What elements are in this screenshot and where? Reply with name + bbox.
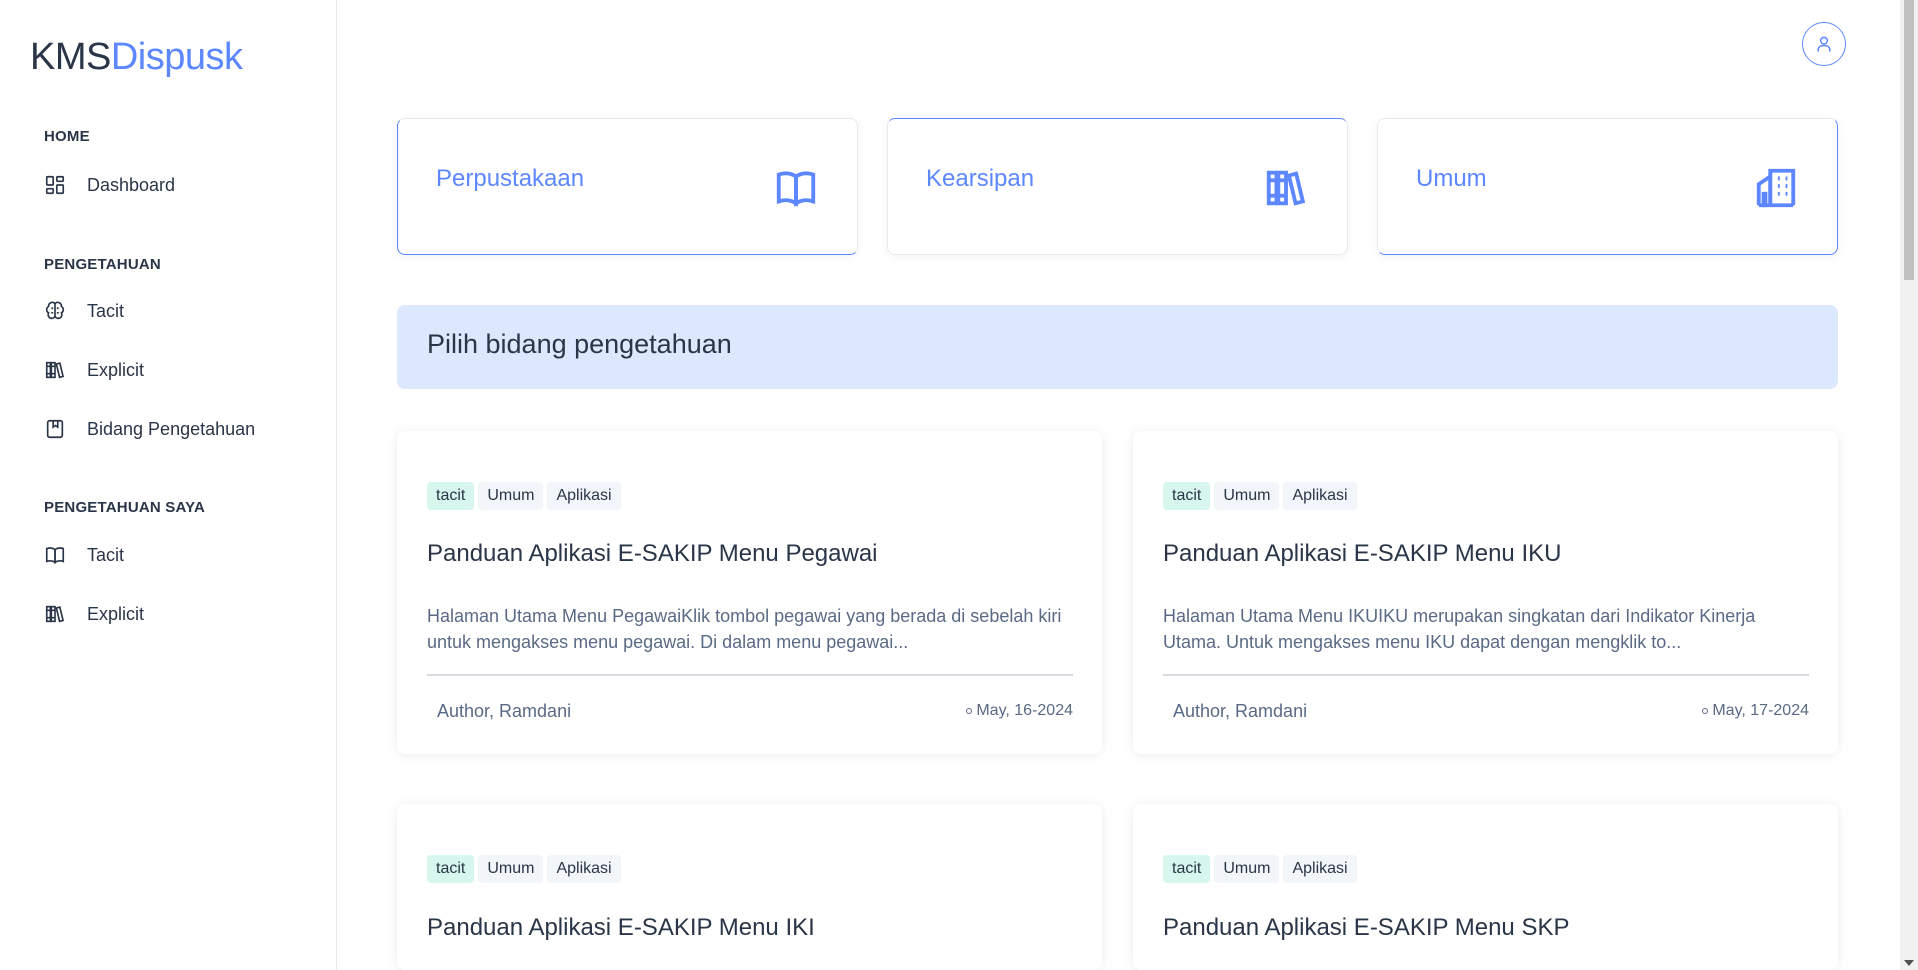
divider [427,674,1073,676]
nav-section-pengetahuan-saya: PENGETAHUAN SAYA [44,499,206,516]
banner-title: Pilih bidang pengetahuan [427,329,732,359]
post-title[interactable]: Panduan Aplikasi E-SAKIP Menu IKI [427,914,815,942]
sidebar-item-label: Tacit [87,544,125,565]
post-excerpt: Halaman Utama Menu PegawaiKlik tombol pe… [427,606,1062,652]
sidebar-item-tacit[interactable]: Tacit [44,296,124,326]
books-icon [44,603,66,625]
sidebar-item-my-tacit[interactable]: Tacit [44,540,124,570]
post-title[interactable]: Panduan Aplikasi E-SAKIP Menu Pegawai [427,540,878,568]
tag-list: tacit Umum Aplikasi [427,482,621,510]
tag-tacit[interactable]: tacit [1163,482,1211,510]
category-card-perpustakaan[interactable]: Perpustakaan [397,118,858,255]
scrollbar-thumb[interactable] [1904,0,1914,280]
tag-aplikasi[interactable]: Aplikasi [547,482,621,510]
sidebar: KMSDispusk HOME Dashboard PENGETAHUAN Ta… [0,0,337,970]
tag-list: tacit Umum Aplikasi [1163,855,1357,883]
post-card[interactable]: tacit Umum Aplikasi Panduan Aplikasi E-S… [397,431,1102,754]
sidebar-item-label: Bidang Pengetahuan [87,418,256,439]
sidebar-item-explicit[interactable]: Explicit [44,355,144,385]
brand-part2: Dispusk [110,36,243,78]
post-date: May, 17-2024 [1702,702,1809,720]
books-icon [44,359,66,381]
category-card-umum[interactable]: Umum [1377,118,1838,255]
tag-aplikasi[interactable]: Aplikasi [1283,482,1357,510]
sidebar-item-my-explicit[interactable]: Explicit [44,599,144,629]
post-date: May, 16-2024 [966,702,1073,720]
brand-logo[interactable]: KMSDispusk [30,36,243,79]
page-scrollbar[interactable] [1900,0,1918,970]
divider [1163,674,1809,676]
sidebar-item-label: Explicit [87,603,145,624]
bookmark-icon [44,418,66,440]
category-label: Umum [1416,165,1487,192]
category-card-kearsipan[interactable]: Kearsipan [887,118,1348,255]
tag-umum[interactable]: Umum [478,855,544,883]
tag-umum[interactable]: Umum [1214,482,1280,510]
book-open-icon [773,165,819,211]
building-icon [1753,165,1799,211]
sidebar-item-label: Explicit [87,359,145,380]
clock-icon [966,708,973,714]
nav-section-pengetahuan: PENGETAHUAN [44,256,161,273]
post-title[interactable]: Panduan Aplikasi E-SAKIP Menu SKP [1163,914,1569,942]
sidebar-item-label: Tacit [87,300,125,321]
post-author: Author, Ramdani [437,701,572,721]
post-card[interactable]: tacit Umum Aplikasi Panduan Aplikasi E-S… [1133,431,1838,754]
clock-icon [1702,708,1709,714]
scroll-down-icon[interactable] [1904,960,1914,966]
tag-aplikasi[interactable]: Aplikasi [547,855,621,883]
book-open-icon [44,544,66,566]
post-title[interactable]: Panduan Aplikasi E-SAKIP Menu IKU [1163,540,1561,568]
books-icon [1263,165,1309,211]
tag-list: tacit Umum Aplikasi [427,855,621,883]
category-label: Perpustakaan [436,165,585,192]
tag-list: tacit Umum Aplikasi [1163,482,1357,510]
post-card[interactable]: tacit Umum Aplikasi Panduan Aplikasi E-S… [1133,804,1838,970]
tag-umum[interactable]: Umum [1214,855,1280,883]
post-author: Author, Ramdani [1173,701,1308,721]
sidebar-item-bidang-pengetahuan[interactable]: Bidang Pengetahuan [44,414,255,444]
brain-icon [44,300,66,322]
post-excerpt: Halaman Utama Menu IKUIKU merupakan sing… [1163,606,1756,652]
sidebar-item-label: Dashboard [87,174,176,195]
category-label: Kearsipan [926,165,1035,192]
tag-tacit[interactable]: tacit [1163,855,1211,883]
profile-button[interactable] [1802,22,1846,66]
nav-section-home: HOME [44,128,90,145]
dashboard-icon [44,174,66,196]
post-date-text: May, 16-2024 [976,702,1073,719]
user-icon [1814,33,1834,55]
knowledge-field-banner: Pilih bidang pengetahuan [397,305,1838,389]
sidebar-item-dashboard[interactable]: Dashboard [44,170,175,200]
tag-umum[interactable]: Umum [478,482,544,510]
tag-tacit[interactable]: tacit [427,855,475,883]
post-date-text: May, 17-2024 [1712,702,1809,719]
tag-tacit[interactable]: tacit [427,482,475,510]
brand-part1: KMS [30,36,111,78]
post-card[interactable]: tacit Umum Aplikasi Panduan Aplikasi E-S… [397,804,1102,970]
tag-aplikasi[interactable]: Aplikasi [1283,855,1357,883]
